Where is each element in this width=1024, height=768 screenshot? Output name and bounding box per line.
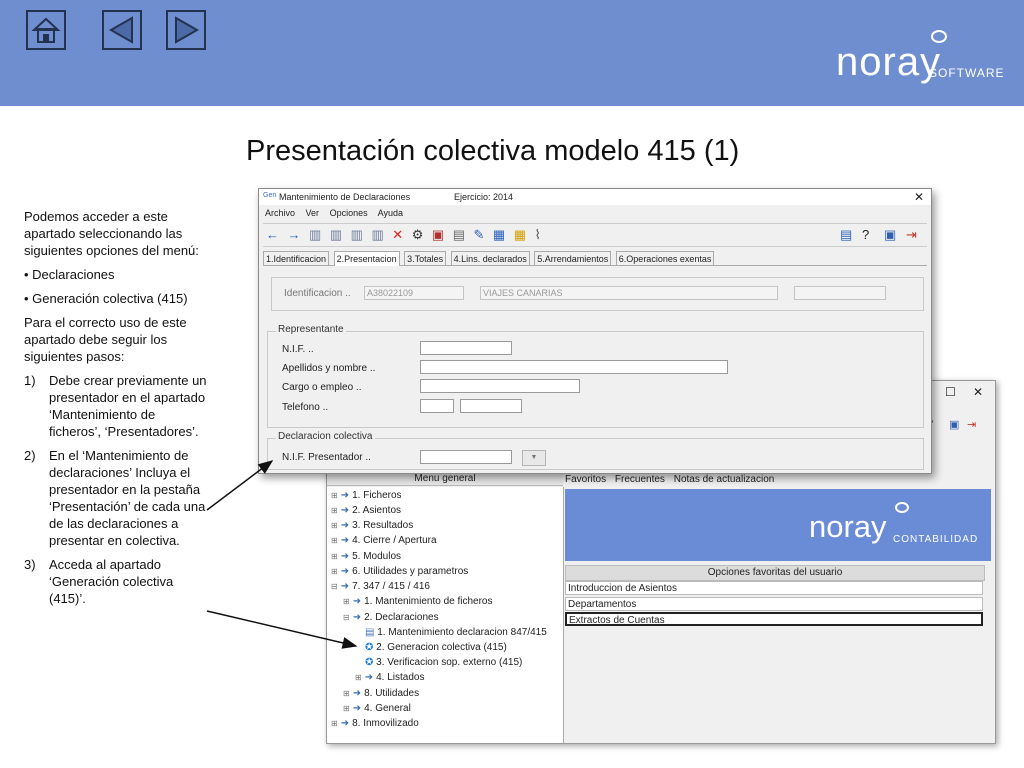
arrow-to-generacion (206, 610, 358, 649)
callout-arrows (206, 460, 358, 649)
arrow-to-presentador (206, 460, 274, 511)
